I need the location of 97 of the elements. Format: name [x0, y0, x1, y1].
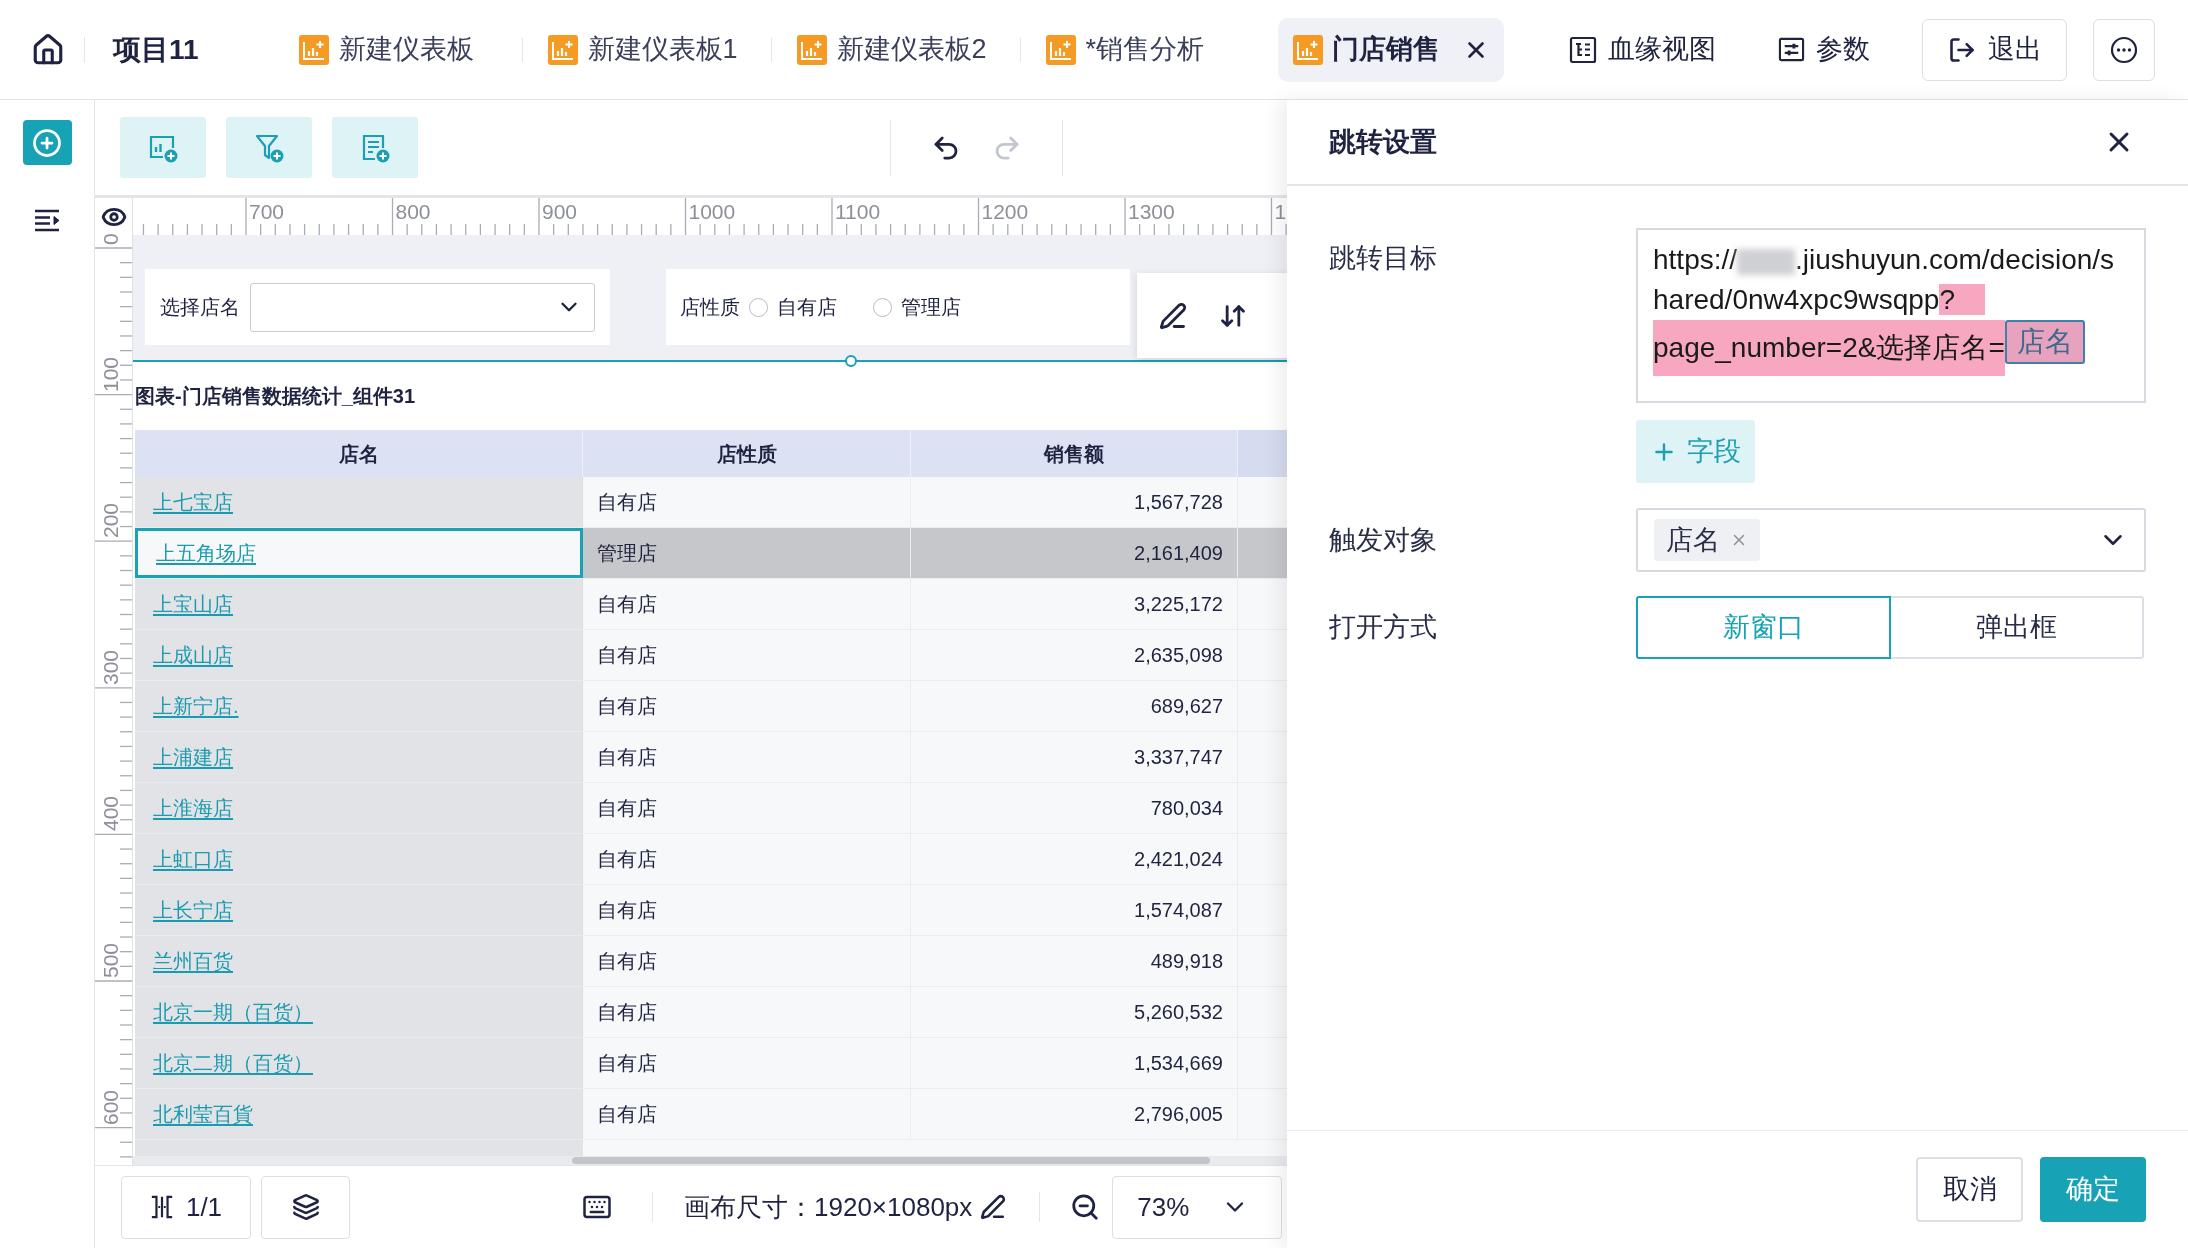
dashboard-tab[interactable]: 新建仪表板1 — [547, 17, 738, 82]
form-label: 打开方式 — [1329, 611, 1438, 645]
table-cell: 3,337,747 — [911, 732, 1238, 782]
table-cell: 管理店 — [583, 528, 911, 578]
add-button[interactable] — [22, 120, 72, 165]
home-icon[interactable] — [31, 32, 65, 67]
dashboard-tab[interactable]: 新建仪表板 — [298, 17, 474, 82]
exit-button[interactable]: 退出 — [1922, 18, 2067, 81]
table-cell: 2,421,024 — [911, 834, 1238, 884]
funnel-plus-icon — [254, 132, 284, 163]
radio-label[interactable]: 管理店 — [901, 292, 961, 322]
dashboard-tab[interactable]: 新建仪表板2 — [796, 17, 987, 82]
chart-icon — [1292, 34, 1323, 65]
table-cell: 1,567,728 — [911, 477, 1238, 527]
filter-label: 店性质 — [680, 295, 740, 320]
table-cell: 1,534,669 — [911, 1038, 1238, 1088]
toolbar-button[interactable] — [120, 117, 206, 178]
form-label: 触发对象 — [1329, 523, 1438, 557]
ruler-label: 1100 — [835, 201, 881, 222]
tree-diagram-icon — [1569, 35, 1597, 64]
toolbar-button[interactable] — [226, 117, 312, 178]
table-cell: 3,225,172 — [911, 579, 1238, 629]
plus-circle-icon — [32, 127, 62, 158]
ellipsis-circle-icon — [2110, 35, 2138, 64]
project-title: 项目11 — [113, 32, 199, 67]
ruler-label: 1000 — [688, 201, 736, 222]
canvas-size-text: 画布尺寸：1920×1080px — [684, 1190, 973, 1224]
resize-handle[interactable] — [845, 355, 857, 367]
table-cell: 489,918 — [911, 936, 1238, 986]
segment-option[interactable]: 弹出框 — [1889, 596, 2144, 659]
page-button[interactable]: 1/1 — [121, 1175, 251, 1239]
table-cell: 1,574,087 — [911, 885, 1238, 935]
table-cell: 自有店 — [583, 885, 911, 935]
table-cell: 2,796,005 — [911, 1089, 1238, 1139]
table-cell: 5,260,532 — [911, 987, 1238, 1037]
url-input[interactable]: https:// .jiushuyun.com/decision/shared/0nw4xpc9wsqpp? page_number=2&选择店名= 店名 — [1636, 228, 2146, 403]
table-cell: 自有店 — [583, 783, 911, 833]
sliders-icon — [1778, 36, 1805, 63]
layers-icon — [291, 1193, 320, 1221]
ruler-label: 1200 — [981, 201, 1029, 222]
table-cell: 自有店 — [583, 477, 911, 527]
panel-title: 跳转设置 — [1329, 125, 1437, 159]
zoom-select[interactable]: 73% — [1112, 1175, 1283, 1239]
table-cell: 自有店 — [583, 1038, 911, 1088]
toolbar-link[interactable]: 参数 — [1778, 29, 1870, 70]
highlighted-text: ? — [1939, 284, 1985, 315]
table-cell: 2,635,098 — [911, 630, 1238, 680]
ruler-label: 200 — [100, 503, 121, 539]
ruler-label: 400 — [100, 796, 121, 832]
chart-icon — [298, 34, 329, 65]
bracket-bar-icon — [149, 1195, 174, 1219]
exit-icon — [1947, 35, 1976, 64]
chart-icon — [547, 34, 578, 65]
table-cell: 自有店 — [583, 681, 911, 731]
dashboard-tab[interactable]: 门店销售 — [1277, 17, 1504, 82]
ruler-label: 1300 — [1128, 201, 1175, 222]
dashboard-tab[interactable]: *销售分析 — [1045, 17, 1205, 82]
table-cell: 689,627 — [911, 681, 1238, 731]
ruler-label: 600 — [100, 1089, 121, 1125]
chart-icon — [796, 34, 827, 65]
horizontal-scrollbar[interactable] — [572, 1157, 1210, 1164]
ruler-label: 500 — [100, 942, 121, 978]
ruler-label: 700 — [249, 201, 285, 222]
table-cell: 自有店 — [583, 732, 911, 782]
cancel-button[interactable]: 取消 — [1916, 1157, 2023, 1222]
table-cell: 780,034 — [911, 783, 1238, 833]
ruler-label: 0 — [100, 233, 121, 245]
table-cell: 自有店 — [583, 579, 911, 629]
table-cell: 2,161,409 — [911, 528, 1238, 578]
filter-label: 选择店名 — [160, 295, 240, 320]
list-indent-icon[interactable] — [33, 208, 61, 232]
layers-button[interactable] — [261, 1175, 350, 1239]
ruler-label: 1 — [1274, 201, 1287, 222]
pen-icon[interactable] — [980, 1194, 1007, 1220]
ruler-label: 100 — [100, 356, 121, 392]
ruler-label: 800 — [395, 201, 431, 222]
highlighted-text: page_number=2&选择店名= — [1653, 320, 2005, 376]
table-cell: 自有店 — [583, 987, 911, 1037]
table-cell: 自有店 — [583, 630, 911, 680]
ruler-label: 300 — [100, 649, 121, 685]
table-cell: 自有店 — [583, 834, 911, 884]
redaction-blur — [1737, 248, 1796, 275]
pen-icon[interactable] — [1159, 301, 1187, 330]
toolbar-link[interactable]: 血缘视图 — [1569, 29, 1716, 70]
form-label: 跳转目标 — [1329, 242, 1438, 275]
radio-label[interactable]: 自有店 — [777, 292, 837, 322]
toolbar-button[interactable] — [332, 117, 418, 178]
chart-icon — [1045, 34, 1076, 65]
chart-title: 图表-门店销售数据统计_组件31 — [135, 384, 416, 409]
table-cell: 自有店 — [583, 936, 911, 986]
tag-chip[interactable]: 店名 — [1654, 519, 1760, 561]
table-cell: 自有店 — [583, 1089, 911, 1139]
ruler-label: 900 — [542, 201, 578, 222]
trigger-select[interactable]: 店名 — [1636, 508, 2146, 572]
more-button[interactable] — [2093, 18, 2155, 81]
zoom-out-icon[interactable] — [1070, 1192, 1101, 1222]
document-plus-icon — [360, 132, 390, 163]
